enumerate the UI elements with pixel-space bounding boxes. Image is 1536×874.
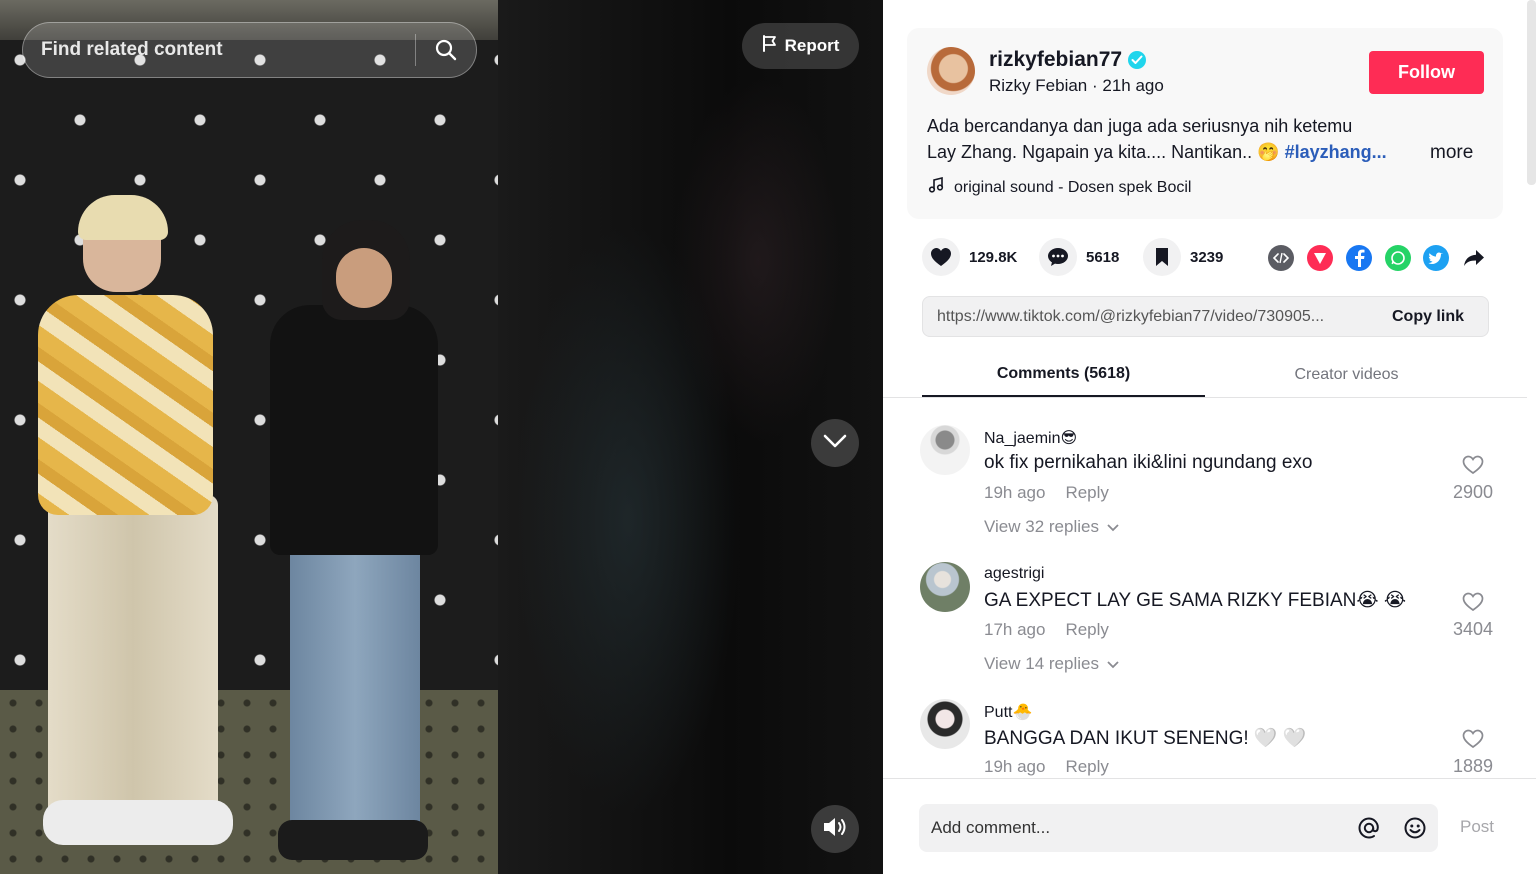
- video-frame[interactable]: [0, 0, 498, 874]
- commenter-avatar[interactable]: [920, 425, 970, 475]
- username-text[interactable]: rizkyfebian77: [989, 48, 1122, 72]
- dot-separator: ·: [1092, 76, 1103, 95]
- caption-line-1: Ada bercandanya dan juga ada seriusnya n…: [927, 116, 1353, 136]
- send-icon[interactable]: [1307, 245, 1333, 271]
- post-button[interactable]: Post: [1460, 817, 1494, 837]
- search-icon[interactable]: [416, 23, 476, 77]
- comment-list[interactable]: Na_jaemin😎 ok fix pernikahan iki&lini ng…: [883, 398, 1527, 778]
- save-count: 3239: [1190, 248, 1224, 266]
- find-related-search[interactable]: Find related content: [22, 22, 477, 78]
- author-subline: Rizky Febian · 21h ago: [989, 76, 1164, 96]
- follow-button[interactable]: Follow: [1369, 51, 1484, 94]
- embed-icon[interactable]: [1268, 245, 1294, 271]
- like-stat[interactable]: 129.8K: [922, 238, 1017, 276]
- comment-like[interactable]: 1889: [1440, 729, 1506, 777]
- comment-like-count: 2900: [1452, 482, 1494, 502]
- chevron-down-icon: [1107, 654, 1119, 674]
- chevron-down-icon: [823, 434, 847, 453]
- copy-link-button[interactable]: Copy link: [1368, 308, 1488, 326]
- search-placeholder[interactable]: Find related content: [23, 39, 415, 61]
- mention-icon[interactable]: [1346, 805, 1392, 851]
- sound-link[interactable]: original sound - Dosen spek Bocil: [928, 176, 1191, 198]
- commenter-name[interactable]: Putt🐣: [984, 702, 1032, 722]
- chevron-down-icon: [1107, 517, 1119, 537]
- save-stat[interactable]: 3239: [1143, 238, 1223, 276]
- twitter-icon[interactable]: [1423, 245, 1449, 271]
- panel-scrollbar[interactable]: [1527, 0, 1536, 185]
- sound-title[interactable]: original sound - Dosen spek Bocil: [954, 179, 1191, 197]
- comment-time: 17h ago: [984, 620, 1046, 639]
- display-name[interactable]: Rizky Febian: [989, 76, 1087, 95]
- comment-stat[interactable]: 5618: [1039, 238, 1119, 276]
- author-username[interactable]: rizkyfebian77: [989, 48, 1147, 72]
- share-arrow-icon[interactable]: [1461, 245, 1487, 271]
- commenter-name[interactable]: Na_jaemin😎: [984, 428, 1077, 448]
- comment-time: 19h ago: [984, 757, 1046, 776]
- comment-time: 19h ago: [984, 483, 1046, 502]
- comment-like[interactable]: 2900: [1440, 455, 1506, 503]
- next-video-button[interactable]: [811, 419, 859, 467]
- commenter-avatar[interactable]: [920, 562, 970, 612]
- tiktok-video-page: Find related content Report rizkyfebian7…: [0, 0, 1536, 874]
- reply-button[interactable]: Reply: [1065, 757, 1108, 777]
- comment-meta: 19h ago Reply: [984, 483, 1109, 503]
- reply-button[interactable]: Reply: [1065, 620, 1108, 640]
- view-replies-label[interactable]: View 14 replies: [984, 654, 1099, 674]
- hashtag-link[interactable]: #layzhang...: [1285, 142, 1387, 162]
- reply-button[interactable]: Reply: [1065, 483, 1108, 503]
- comment-count: 5618: [1086, 248, 1120, 266]
- caption-line-2-text: Lay Zhang. Ngapain ya kita.... Nantikan.…: [927, 142, 1280, 162]
- video-url[interactable]: https://www.tiktok.com/@rizkyfebian77/vi…: [923, 308, 1368, 326]
- emoji-icon[interactable]: [1392, 805, 1438, 851]
- more-link[interactable]: more: [1430, 142, 1473, 164]
- view-replies-label[interactable]: View 32 replies: [984, 517, 1099, 537]
- volume-button[interactable]: [811, 805, 859, 853]
- speaker-icon: [822, 816, 848, 843]
- heart-icon[interactable]: [922, 238, 960, 276]
- post-time: 21h ago: [1102, 76, 1164, 95]
- caption-line-2: Lay Zhang. Ngapain ya kita.... Nantikan.…: [927, 142, 1387, 163]
- comment-input[interactable]: Add comment...: [919, 818, 1346, 838]
- comment-text: BANGGA DAN IKUT SENENG! 🤍 🤍: [984, 728, 1307, 749]
- like-count: 129.8K: [969, 248, 1018, 266]
- comment-meta: 17h ago Reply: [984, 620, 1109, 640]
- comment-item: Putt🐣 BANGGA DAN IKUT SENENG! 🤍 🤍 19h ag…: [920, 699, 1510, 778]
- video-person-right: [270, 220, 440, 860]
- tab-creator-videos[interactable]: Creator videos: [1205, 352, 1488, 397]
- comment-bubble-icon[interactable]: [1039, 238, 1077, 276]
- comment-item: agestrigi GA EXPECT LAY GE SAMA RIZKY FE…: [920, 562, 1510, 682]
- report-button[interactable]: Report: [742, 23, 859, 69]
- heart-outline-icon[interactable]: [1462, 729, 1484, 754]
- facebook-icon[interactable]: [1346, 245, 1372, 271]
- comment-text: ok fix pernikahan iki&lini ngundang exo: [984, 452, 1313, 473]
- view-replies-button[interactable]: View 14 replies: [984, 654, 1119, 674]
- comment-item: Na_jaemin😎 ok fix pernikahan iki&lini ng…: [920, 425, 1510, 545]
- verified-badge-icon: [1128, 51, 1147, 69]
- commenter-name[interactable]: agestrigi: [984, 565, 1044, 583]
- whatsapp-icon[interactable]: [1385, 245, 1411, 271]
- video-link-box: https://www.tiktok.com/@rizkyfebian77/vi…: [922, 296, 1489, 337]
- flag-icon: [762, 35, 778, 57]
- comment-meta: 19h ago Reply: [984, 757, 1109, 777]
- video-player[interactable]: Find related content Report: [0, 0, 883, 874]
- comment-like[interactable]: 3404: [1440, 592, 1506, 640]
- comment-composer[interactable]: Add comment...: [919, 804, 1438, 852]
- comment-like-count: 1889: [1452, 756, 1494, 776]
- tab-comments[interactable]: Comments (5618): [922, 352, 1205, 397]
- author-avatar[interactable]: [927, 47, 975, 95]
- view-replies-button[interactable]: View 32 replies: [984, 517, 1119, 537]
- heart-outline-icon[interactable]: [1462, 455, 1484, 480]
- music-note-icon: [928, 176, 944, 198]
- heart-outline-icon[interactable]: [1462, 592, 1484, 617]
- commenter-avatar[interactable]: [920, 699, 970, 749]
- comment-like-count: 3404: [1452, 619, 1494, 639]
- composer-divider: [883, 778, 1536, 779]
- bookmark-icon[interactable]: [1143, 238, 1181, 276]
- video-person-left: [38, 195, 233, 855]
- comment-text: GA EXPECT LAY GE SAMA RIZKY FEBIAN😭 😭: [984, 590, 1407, 611]
- report-label: Report: [784, 36, 840, 55]
